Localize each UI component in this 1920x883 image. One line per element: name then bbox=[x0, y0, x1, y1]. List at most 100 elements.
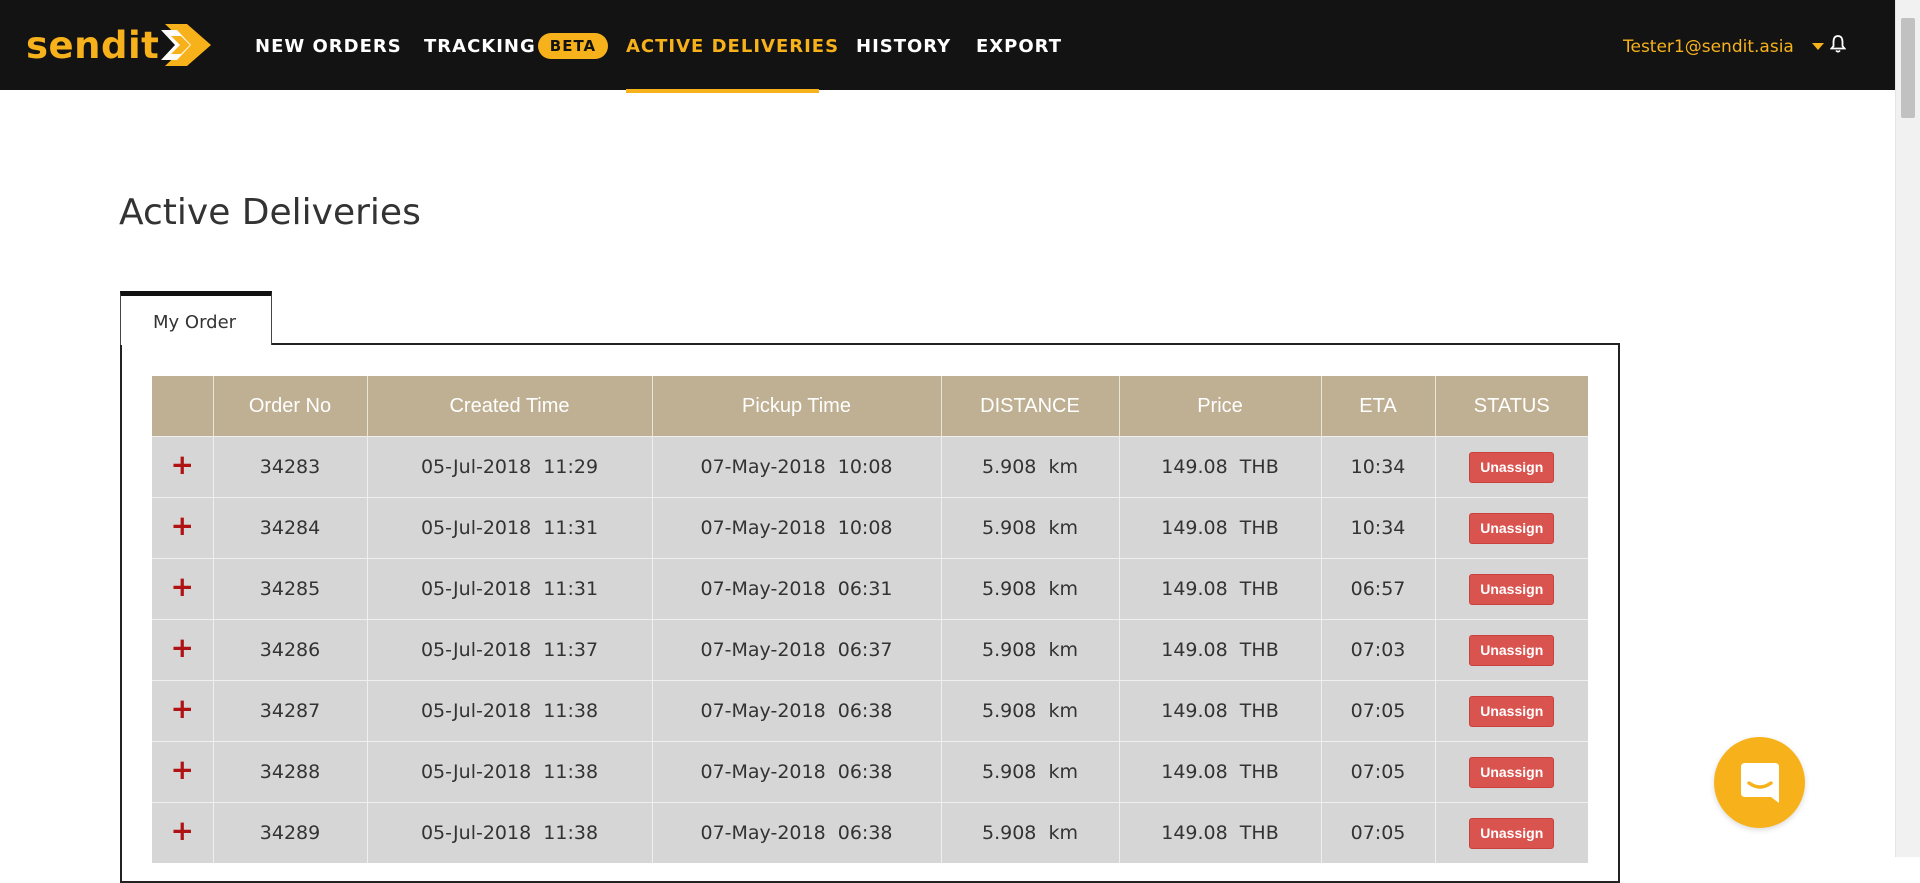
nav-active-deliveries[interactable]: ACTIVE DELIVERIES bbox=[626, 36, 839, 58]
tab-my-order[interactable]: My Order bbox=[120, 291, 272, 345]
price-cell: 149.08 THB bbox=[1118, 558, 1321, 620]
price-cell: 149.08 THB bbox=[1118, 436, 1321, 498]
eta-cell: 06:57 bbox=[1320, 558, 1435, 620]
column-header-pickup-time[interactable]: Pickup Time bbox=[651, 376, 941, 437]
unassign-button[interactable]: Unassign bbox=[1469, 634, 1555, 666]
nav-new-orders-label: NEW ORDERS bbox=[255, 36, 402, 57]
expand-plus-icon[interactable]: + bbox=[171, 756, 194, 784]
created-time-cell: 05-Jul-2018 11:38 bbox=[366, 680, 652, 742]
unassign-button[interactable]: Unassign bbox=[1469, 573, 1555, 605]
column-header-order-no[interactable]: Order No bbox=[212, 376, 367, 437]
column-header-eta[interactable]: ETA bbox=[1320, 376, 1435, 437]
user-menu[interactable]: Tester1@sendit.asia bbox=[1623, 36, 1824, 58]
active-nav-indicator bbox=[626, 89, 819, 93]
created-time-cell: 05-Jul-2018 11:31 bbox=[366, 558, 652, 620]
chat-icon bbox=[1741, 763, 1779, 803]
table-row[interactable]: + 34287 05-Jul-2018 11:38 07-May-2018 06… bbox=[152, 680, 1588, 742]
nav-export-label: EXPORT bbox=[976, 36, 1062, 57]
eta-cell: 07:05 bbox=[1320, 741, 1435, 803]
unassign-button[interactable]: Unassign bbox=[1469, 756, 1555, 788]
price-cell: 149.08 THB bbox=[1118, 680, 1321, 742]
price-cell: 149.08 THB bbox=[1118, 497, 1321, 559]
order-no-cell: 34283 bbox=[212, 436, 367, 498]
created-time-cell: 05-Jul-2018 11:37 bbox=[366, 619, 652, 681]
pickup-time-cell: 07-May-2018 06:38 bbox=[651, 680, 941, 742]
tab-my-order-label: My Order bbox=[153, 312, 237, 333]
eta-cell: 10:34 bbox=[1320, 436, 1435, 498]
created-time-cell: 05-Jul-2018 11:31 bbox=[366, 497, 652, 559]
nav-export[interactable]: EXPORT bbox=[976, 36, 1062, 58]
table-row[interactable]: + 34284 05-Jul-2018 11:31 07-May-2018 10… bbox=[152, 497, 1588, 559]
sendit-logo[interactable]: sendit bbox=[26, 20, 213, 70]
column-header-price[interactable]: Price bbox=[1118, 376, 1321, 437]
column-header-expand bbox=[152, 376, 213, 437]
unassign-button[interactable]: Unassign bbox=[1469, 451, 1555, 483]
table-row[interactable]: + 34286 05-Jul-2018 11:37 07-May-2018 06… bbox=[152, 619, 1588, 681]
nav-history-label: HISTORY bbox=[856, 36, 952, 57]
scrollbar-thumb[interactable] bbox=[1901, 18, 1915, 118]
pickup-time-cell: 07-May-2018 10:08 bbox=[651, 497, 941, 559]
order-no-cell: 34284 bbox=[212, 497, 367, 559]
logo-arrow-icon bbox=[161, 24, 212, 66]
distance-cell: 5.908 km bbox=[940, 619, 1119, 681]
table-row[interactable]: + 34289 05-Jul-2018 11:38 07-May-2018 06… bbox=[152, 802, 1588, 863]
created-time-cell: 05-Jul-2018 11:38 bbox=[366, 802, 652, 863]
expand-plus-icon[interactable]: + bbox=[171, 512, 194, 540]
bell-icon[interactable] bbox=[1829, 34, 1847, 58]
expand-plus-icon[interactable]: + bbox=[171, 634, 194, 662]
created-time-cell: 05-Jul-2018 11:38 bbox=[366, 741, 652, 803]
chevron-down-icon bbox=[1811, 43, 1824, 50]
distance-cell: 5.908 km bbox=[940, 802, 1119, 863]
column-header-distance[interactable]: DISTANCE bbox=[940, 376, 1119, 437]
order-no-cell: 34289 bbox=[212, 802, 367, 863]
table-row[interactable]: + 34288 05-Jul-2018 11:38 07-May-2018 06… bbox=[152, 741, 1588, 803]
nav-active-deliveries-label: ACTIVE DELIVERIES bbox=[626, 36, 840, 57]
order-no-cell: 34286 bbox=[212, 619, 367, 681]
pickup-time-cell: 07-May-2018 06:38 bbox=[651, 741, 941, 803]
distance-cell: 5.908 km bbox=[940, 741, 1119, 803]
pickup-time-cell: 07-May-2018 06:38 bbox=[651, 802, 941, 863]
page-title: Active Deliveries bbox=[119, 192, 421, 233]
user-email: Tester1@sendit.asia bbox=[1623, 37, 1794, 57]
eta-cell: 07:05 bbox=[1320, 680, 1435, 742]
top-navbar: sendit NEW ORDERS TRACKING BETA ACTIVE DE… bbox=[0, 0, 1895, 90]
column-header-created-time[interactable]: Created Time bbox=[366, 376, 652, 437]
unassign-button[interactable]: Unassign bbox=[1469, 817, 1555, 849]
page-scrollbar[interactable] bbox=[1895, 0, 1920, 857]
nav-tracking[interactable]: TRACKING BETA bbox=[424, 33, 609, 59]
eta-cell: 10:34 bbox=[1320, 497, 1435, 559]
unassign-button[interactable]: Unassign bbox=[1469, 695, 1555, 727]
distance-cell: 5.908 km bbox=[940, 680, 1119, 742]
eta-cell: 07:05 bbox=[1320, 802, 1435, 863]
distance-cell: 5.908 km bbox=[940, 558, 1119, 620]
unassign-button[interactable]: Unassign bbox=[1469, 512, 1555, 544]
column-header-status[interactable]: STATUS bbox=[1434, 376, 1588, 437]
nav-history[interactable]: HISTORY bbox=[856, 36, 951, 58]
order-no-cell: 34287 bbox=[212, 680, 367, 742]
chat-launcher-button[interactable] bbox=[1714, 737, 1805, 828]
order-no-cell: 34288 bbox=[212, 741, 367, 803]
pickup-time-cell: 07-May-2018 06:37 bbox=[651, 619, 941, 681]
nav-tracking-label: TRACKING bbox=[424, 36, 536, 57]
expand-plus-icon[interactable]: + bbox=[171, 451, 194, 479]
distance-cell: 5.908 km bbox=[940, 497, 1119, 559]
expand-plus-icon[interactable]: + bbox=[171, 817, 194, 845]
order-no-cell: 34285 bbox=[212, 558, 367, 620]
table-row[interactable]: + 34283 05-Jul-2018 11:29 07-May-2018 10… bbox=[152, 436, 1588, 498]
distance-cell: 5.908 km bbox=[940, 436, 1119, 498]
pickup-time-cell: 07-May-2018 06:31 bbox=[651, 558, 941, 620]
pickup-time-cell: 07-May-2018 10:08 bbox=[651, 436, 941, 498]
beta-badge: BETA bbox=[537, 33, 609, 59]
orders-table: Order No Created Time Pickup Time DISTAN… bbox=[152, 376, 1588, 863]
expand-plus-icon[interactable]: + bbox=[171, 573, 194, 601]
price-cell: 149.08 THB bbox=[1118, 741, 1321, 803]
eta-cell: 07:03 bbox=[1320, 619, 1435, 681]
nav-new-orders[interactable]: NEW ORDERS bbox=[255, 36, 402, 58]
table-row[interactable]: + 34285 05-Jul-2018 11:31 07-May-2018 06… bbox=[152, 558, 1588, 620]
expand-plus-icon[interactable]: + bbox=[171, 695, 194, 723]
table-header-row: Order No Created Time Pickup Time DISTAN… bbox=[152, 376, 1588, 437]
price-cell: 149.08 THB bbox=[1118, 619, 1321, 681]
price-cell: 149.08 THB bbox=[1118, 802, 1321, 863]
created-time-cell: 05-Jul-2018 11:29 bbox=[366, 436, 652, 498]
logo-text: sendit bbox=[26, 23, 160, 67]
